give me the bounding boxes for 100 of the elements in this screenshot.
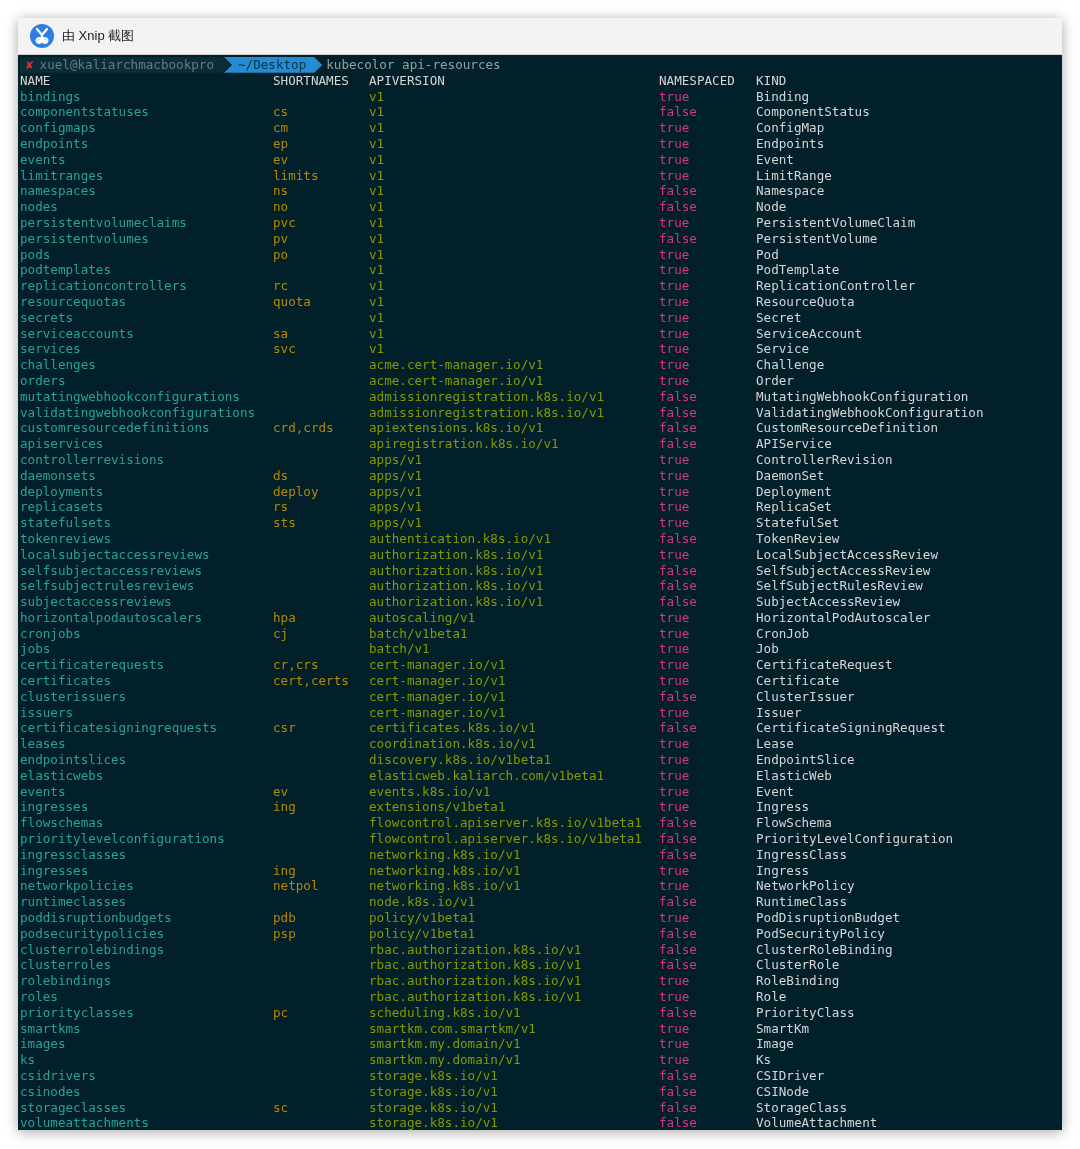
resource-name: daemonsets [20, 467, 96, 484]
command-text: kubecolor api-resources [325, 57, 501, 73]
kind-name: IngressClass [756, 846, 847, 863]
api-version: storage.k8s.io/v1 [369, 1083, 498, 1100]
resource-name: leases [20, 736, 66, 753]
kind-name: PodDisruptionBudget [756, 910, 901, 926]
namespaced-value: true [659, 262, 690, 279]
short-name: po [273, 246, 289, 263]
api-version: scheduling.k8s.io/v1 [369, 1004, 521, 1021]
resource-name: horizontalpodautoscalers [20, 609, 202, 626]
resource-name: configmaps [20, 120, 96, 136]
api-version: v1 [369, 104, 385, 121]
resource-name: podsecuritypolicies [20, 925, 165, 942]
short-name: limits [273, 167, 319, 184]
namespaced-value: false [659, 894, 697, 911]
namespaced-value: true [659, 973, 690, 989]
short-name: cr,crs [273, 657, 319, 674]
kind-name: CSIDriver [756, 1068, 825, 1084]
kind-name: ServiceAccount [756, 325, 863, 342]
namespaced-value: true [659, 167, 690, 184]
directory-segment: ~/Desktop [224, 57, 323, 73]
short-name: crd,crds [273, 420, 334, 437]
resource-name: endpointslices [20, 752, 127, 768]
namespaced-value: true [659, 357, 690, 373]
api-version: elasticweb.kaliarch.com/v1beta1 [369, 767, 605, 784]
api-version: extensions/v1beta1 [369, 799, 506, 816]
api-version: v1 [369, 309, 385, 326]
short-name: csr [273, 720, 296, 737]
api-version: batch/v1beta1 [369, 625, 468, 642]
column-header: APIVERSION [369, 72, 445, 89]
namespaced-value: false [659, 925, 697, 942]
namespaced-value: true [659, 878, 690, 895]
resource-name: smartkms [20, 1020, 81, 1037]
resource-name: secrets [20, 309, 74, 326]
resource-name: resourcequotas [20, 293, 127, 310]
api-version: v1 [369, 293, 385, 310]
short-name: rs [273, 499, 289, 516]
api-version: v1 [369, 325, 385, 342]
api-version: authentication.k8s.io/v1 [369, 530, 551, 547]
api-version: apps/v1 [369, 467, 423, 484]
kind-name: Image [756, 1036, 794, 1053]
short-name: pvc [273, 214, 296, 231]
api-version: rbac.authorization.k8s.io/v1 [369, 973, 582, 989]
resource-name: challenges [20, 357, 96, 373]
kind-name: PriorityClass [756, 1004, 855, 1021]
kind-name: Node [756, 199, 787, 215]
column-header: NAMESPACED [659, 72, 735, 89]
resource-name: ks [20, 1052, 36, 1068]
resource-name: cronjobs [20, 625, 81, 642]
api-version: apps/v1 [369, 483, 423, 500]
namespaced-value: false [659, 420, 697, 437]
namespaced-value: true [659, 1052, 690, 1068]
api-version: autoscaling/v1 [369, 609, 476, 626]
namespaced-value: true [659, 372, 690, 389]
short-name: svc [273, 341, 296, 358]
kind-name: ClusterRoleBinding [756, 941, 893, 958]
kind-name: ValidatingWebhookConfiguration [756, 404, 984, 421]
namespaced-value: false [659, 388, 697, 405]
namespaced-value: true [659, 704, 690, 721]
api-version: cert-manager.io/v1 [369, 673, 506, 689]
kind-name: TokenReview [756, 530, 840, 547]
resource-name: tokenreviews [20, 530, 111, 547]
kind-name: RuntimeClass [756, 894, 847, 911]
user-host-segment: xuel@kaliarchmacbookpro [39, 57, 230, 73]
short-name: rc [273, 278, 289, 294]
namespaced-value: true [659, 989, 690, 1005]
resource-name: ingresses [20, 862, 89, 879]
short-name: cm [273, 120, 289, 136]
kind-name: Ingress [756, 862, 810, 879]
namespaced-value: true [659, 341, 690, 358]
namespaced-value: true [659, 120, 690, 136]
short-name: sc [273, 1099, 289, 1116]
column-header: SHORTNAMES [273, 72, 349, 89]
short-name: netpol [273, 878, 319, 895]
resource-name: replicasets [20, 499, 104, 516]
resource-name: selfsubjectrulesreviews [20, 578, 195, 595]
kind-name: StorageClass [756, 1099, 847, 1116]
resource-name: certificaterequests [20, 657, 165, 674]
api-version: smartkm.com.smartkm/v1 [369, 1020, 536, 1037]
kind-name: VolumeAttachment [756, 1115, 878, 1130]
resource-name: poddisruptionbudgets [20, 910, 172, 926]
resource-name: priorityclasses [20, 1004, 134, 1021]
namespaced-value: false [659, 104, 697, 121]
kind-name: Challenge [756, 357, 825, 373]
resource-name: selfsubjectaccessreviews [20, 562, 202, 579]
kind-name: Service [756, 341, 810, 358]
namespaced-value: true [659, 752, 690, 768]
kind-name: Event [756, 151, 794, 168]
error-mark: ✘ [20, 57, 40, 73]
api-version: smartkm.my.domain/v1 [369, 1036, 521, 1053]
namespaced-value: false [659, 815, 697, 832]
resource-name: bindings [20, 88, 81, 105]
short-name: pdb [273, 910, 296, 926]
kind-name: Endpoints [756, 136, 825, 152]
api-version: cert-manager.io/v1 [369, 688, 506, 705]
api-version: cert-manager.io/v1 [369, 704, 506, 721]
resource-name: services [20, 341, 81, 358]
short-name: sts [273, 515, 296, 531]
resource-name: endpoints [20, 136, 89, 152]
api-version: rbac.authorization.k8s.io/v1 [369, 989, 582, 1005]
